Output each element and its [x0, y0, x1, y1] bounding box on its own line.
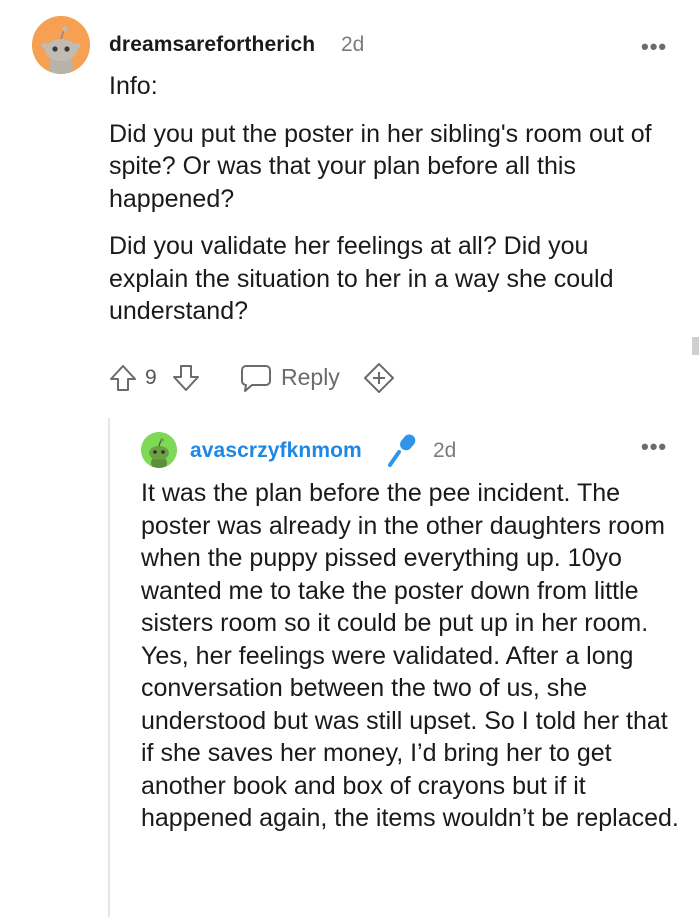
- avatar[interactable]: [32, 16, 90, 74]
- comment-body: Info: Did you put the poster in her sibl…: [109, 70, 669, 328]
- comment-username[interactable]: dreamsarefortherich: [109, 33, 315, 57]
- avatar[interactable]: [141, 432, 177, 468]
- comment-paragraph: Did you put the poster in her sibling's …: [109, 119, 652, 213]
- upvote-icon[interactable]: [107, 362, 139, 399]
- reply-age: 2d: [433, 439, 457, 462]
- comment-paragraph: Did you validate her feelings at all? Di…: [109, 232, 614, 325]
- comment-paragraph: Info:: [109, 72, 158, 100]
- more-options-icon[interactable]: •••: [641, 434, 667, 460]
- reply-body: It was the plan before the pee incident.…: [141, 479, 679, 832]
- reply-username[interactable]: avascrzyfknmom: [190, 439, 362, 463]
- award-icon[interactable]: [362, 362, 396, 399]
- comment-age: 2d: [341, 33, 365, 56]
- reply-label: Reply: [281, 364, 340, 390]
- comment-bubble-icon: [240, 363, 272, 398]
- thread-line[interactable]: [108, 418, 110, 917]
- downvote-icon[interactable]: [170, 362, 202, 399]
- vote-score: 9: [145, 366, 157, 389]
- more-options-icon[interactable]: •••: [641, 34, 667, 60]
- microphone-icon: [385, 432, 419, 473]
- scrollbar-thumb[interactable]: [692, 337, 699, 355]
- snoo-avatar-icon: [32, 16, 90, 74]
- snoo-avatar-icon: [141, 432, 177, 468]
